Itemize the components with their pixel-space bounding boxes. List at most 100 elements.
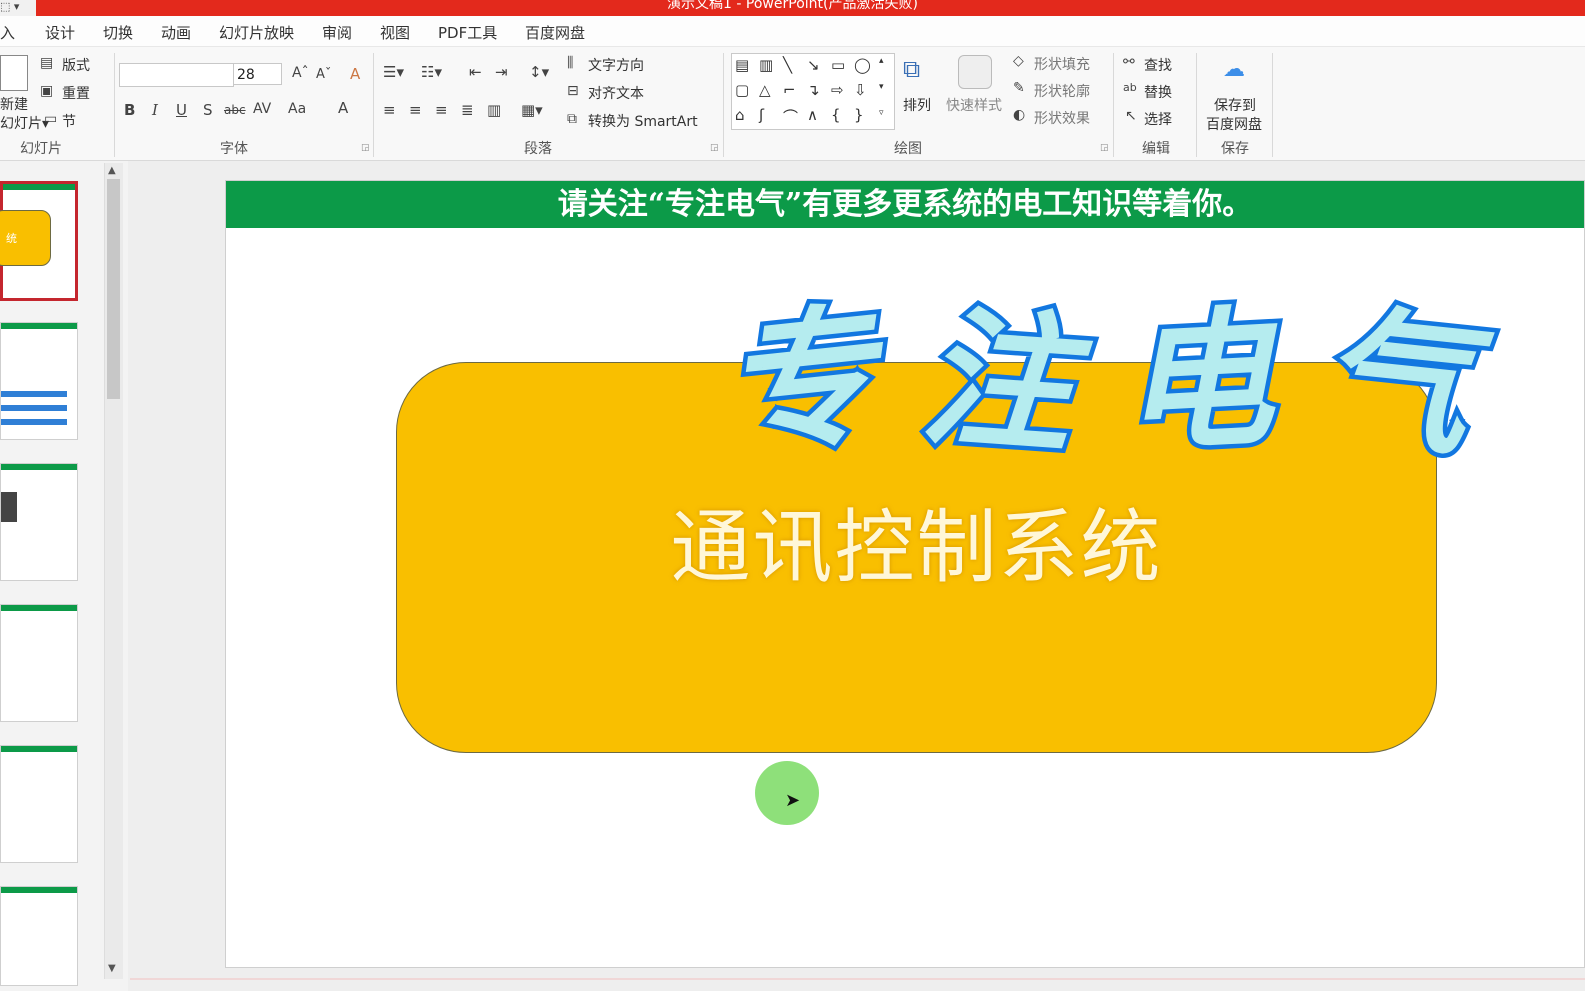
tab-insert[interactable]: 入: [0, 22, 15, 43]
gallery-up-icon[interactable]: ▴: [879, 56, 884, 66]
layout-button[interactable]: 版式: [62, 55, 90, 75]
bold-button[interactable]: B: [124, 101, 135, 119]
distributed-icon[interactable]: ▥: [487, 101, 501, 119]
shrink-font-button[interactable]: Aˇ: [316, 67, 331, 82]
increase-indent-icon[interactable]: ⇥: [495, 63, 508, 81]
scribble-shape-icon[interactable]: ʃ: [759, 106, 764, 124]
tab-view[interactable]: 视图: [380, 22, 410, 43]
elbow-arrow-shape-icon[interactable]: ↴: [807, 81, 820, 99]
scroll-up-icon[interactable]: ▲: [108, 165, 116, 176]
gallery-more-icon[interactable]: ▿: [879, 108, 884, 118]
slide-banner[interactable]: 请关注“专注电气”有更多更系统的电工知识等着你。: [226, 181, 1584, 228]
ribbon: 新建 幻灯片▾ ▤ 版式 ▣ 重置 ▭ 节 幻灯片 28 Aˆ Aˇ A B I…: [0, 47, 1585, 161]
textbox-shape-icon[interactable]: ▤: [735, 56, 749, 74]
tab-slideshow[interactable]: 幻灯片放映: [219, 22, 294, 43]
align-text-button[interactable]: 对齐文本: [588, 83, 644, 103]
line-spacing-icon[interactable]: ↕▾: [529, 63, 549, 81]
slide-thumbnail-5[interactable]: [0, 745, 78, 863]
shape-fill-button[interactable]: 形状填充: [1034, 54, 1090, 74]
tab-pdf-tools[interactable]: PDF工具: [438, 22, 497, 43]
bullets-icon[interactable]: ☰▾: [383, 63, 404, 81]
curve-shape-icon[interactable]: ∧: [807, 106, 818, 124]
shape-effects-icon: ◐: [1013, 107, 1026, 123]
text-shadow-button[interactable]: S: [203, 101, 213, 119]
tab-transitions[interactable]: 切换: [103, 22, 133, 43]
elbow-connector-shape-icon[interactable]: ⌐: [783, 81, 796, 99]
right-brace-shape-icon[interactable]: }: [854, 106, 864, 124]
font-size-input[interactable]: 28: [233, 63, 282, 85]
replace-icon: ab: [1123, 81, 1137, 94]
clear-format-button[interactable]: A: [350, 65, 360, 83]
arc-shape-icon[interactable]: ⌒: [783, 106, 798, 127]
tab-review[interactable]: 审阅: [322, 22, 352, 43]
align-right-icon[interactable]: ≡: [435, 101, 448, 119]
triangle-shape-icon[interactable]: △: [759, 81, 771, 99]
freeform-shape-icon[interactable]: ⌂: [735, 106, 745, 124]
save-to-netdisk-label-1[interactable]: 保存到: [1214, 95, 1256, 115]
slide-thumbnail-6[interactable]: [0, 886, 78, 986]
right-arrow-shape-icon[interactable]: ⇨: [831, 81, 844, 99]
find-button[interactable]: 查找: [1144, 55, 1172, 75]
group-label-editing: 编辑: [1142, 141, 1170, 157]
separator: [1196, 53, 1197, 157]
align-left-icon[interactable]: ≡: [383, 101, 396, 119]
quick-styles-icon: [958, 55, 992, 89]
slide-thumbnail-2[interactable]: [0, 322, 78, 440]
logo-wordart[interactable]: 专 注 电 气: [711, 251, 1503, 482]
quick-styles-button[interactable]: 快速样式: [946, 95, 1002, 115]
shape-outline-button[interactable]: 形状轮廓: [1034, 81, 1090, 101]
replace-button[interactable]: 替换: [1144, 82, 1172, 102]
tab-design[interactable]: 设计: [45, 22, 75, 43]
strikethrough-button[interactable]: abc: [224, 103, 246, 117]
line-shape-icon[interactable]: ╲: [783, 56, 792, 74]
slide-thumbnail-4[interactable]: [0, 604, 78, 722]
font-dialog-launcher-icon[interactable]: ◲: [361, 143, 370, 153]
scrollbar-thumb[interactable]: [107, 179, 120, 399]
down-arrow-shape-icon[interactable]: ⇩: [854, 81, 867, 99]
underline-button[interactable]: U: [176, 101, 187, 119]
logo-char: 注: [912, 284, 1083, 479]
numbering-icon[interactable]: ☷▾: [421, 63, 442, 81]
new-slide-icon[interactable]: [0, 55, 28, 91]
reset-button[interactable]: 重置: [62, 83, 90, 103]
rounded-rect-shape-icon[interactable]: ▢: [735, 81, 749, 99]
font-name-input[interactable]: [119, 63, 234, 87]
section-button[interactable]: 节: [62, 111, 76, 131]
shape-effects-button[interactable]: 形状效果: [1034, 108, 1090, 128]
align-center-icon[interactable]: ≡: [409, 101, 422, 119]
tab-animations[interactable]: 动画: [161, 22, 191, 43]
font-color-button[interactable]: A: [338, 99, 348, 117]
oval-shape-icon[interactable]: ◯: [854, 56, 871, 74]
slide-canvas[interactable]: 请关注“专注电气”有更多更系统的电工知识等着你。 通讯控制系统 专 注 电 气: [225, 180, 1585, 968]
scroll-down-icon[interactable]: ▼: [108, 963, 116, 974]
gallery-down-icon[interactable]: ▾: [879, 82, 884, 92]
new-slide-label-1[interactable]: 新建: [0, 94, 28, 114]
save-to-netdisk-label-2[interactable]: 百度网盘: [1206, 114, 1262, 134]
left-brace-shape-icon[interactable]: {: [831, 106, 841, 124]
decrease-indent-icon[interactable]: ⇤: [469, 63, 482, 81]
text-direction-button[interactable]: 文字方向: [588, 55, 644, 75]
tab-baidu-netdisk[interactable]: 百度网盘: [525, 22, 585, 43]
shapes-gallery[interactable]: ▤ ▥ ╲ ↘ ▭ ◯ ▢ △ ⌐ ↴ ⇨ ⇩ ⌂ ʃ ⌒ ∧ { } ▴ ▾ …: [731, 53, 895, 130]
paragraph-dialog-launcher-icon[interactable]: ◲: [710, 143, 719, 153]
select-button[interactable]: 选择: [1144, 109, 1172, 129]
italic-button[interactable]: I: [152, 101, 158, 119]
columns-icon[interactable]: ▦▾: [521, 101, 543, 119]
slide-thumbnail-1[interactable]: 统: [0, 181, 78, 301]
rectangle-shape-icon[interactable]: ▭: [831, 56, 845, 74]
arrange-button[interactable]: 排列: [903, 95, 931, 115]
slide-subtitle[interactable]: 通讯控制系统: [397, 483, 1436, 599]
convert-smartart-button[interactable]: 转换为 SmartArt: [588, 111, 698, 131]
baidu-cloud-icon[interactable]: ☁: [1223, 57, 1245, 82]
new-slide-label-2[interactable]: 幻灯片▾: [0, 113, 49, 133]
grow-font-button[interactable]: Aˆ: [292, 65, 309, 81]
change-case-button[interactable]: Aa: [288, 101, 306, 117]
vertical-textbox-shape-icon[interactable]: ▥: [759, 56, 773, 74]
justify-icon[interactable]: ≣: [461, 101, 474, 119]
separator: [723, 53, 724, 157]
thumbnail-scrollbar[interactable]: ▲ ▼: [104, 163, 123, 979]
arrow-line-shape-icon[interactable]: ↘: [807, 56, 820, 74]
slide-thumbnail-3[interactable]: [0, 463, 78, 581]
char-spacing-button[interactable]: AV: [253, 101, 271, 117]
drawing-dialog-launcher-icon[interactable]: ◲: [1100, 143, 1109, 153]
